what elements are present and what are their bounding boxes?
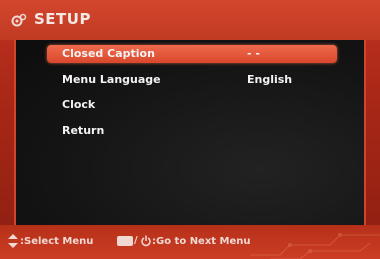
enter-icon: [117, 236, 133, 246]
menu-header: SETUP: [0, 0, 380, 40]
footer-select-text: :Select Menu: [20, 236, 94, 247]
circuit-pattern-decoration: [250, 233, 380, 259]
menu-item-label: Closed Caption: [62, 47, 155, 60]
menu-item-clock[interactable]: Clock: [47, 96, 337, 114]
tv-setup-screen: SETUP Closed Caption - - Menu Language E…: [0, 0, 380, 259]
footer-slash: /: [134, 235, 138, 246]
power-icon: [141, 235, 151, 247]
menu-item-label: Clock: [62, 98, 96, 111]
gear-icon: [11, 13, 27, 27]
menu-item-label: Menu Language: [62, 73, 161, 86]
menu-item-menu-language[interactable]: Menu Language English: [47, 71, 337, 89]
menu-item-value: - -: [247, 47, 260, 60]
menu-item-return[interactable]: Return: [47, 122, 337, 140]
updown-arrow-icon: [8, 234, 18, 248]
footer-go-text: :Go to Next Menu: [152, 236, 251, 247]
page-title: SETUP: [34, 10, 91, 28]
menu-item-label: Return: [62, 124, 105, 137]
menu-item-closed-caption[interactable]: Closed Caption - -: [47, 45, 337, 63]
menu-item-value: English: [247, 73, 293, 86]
